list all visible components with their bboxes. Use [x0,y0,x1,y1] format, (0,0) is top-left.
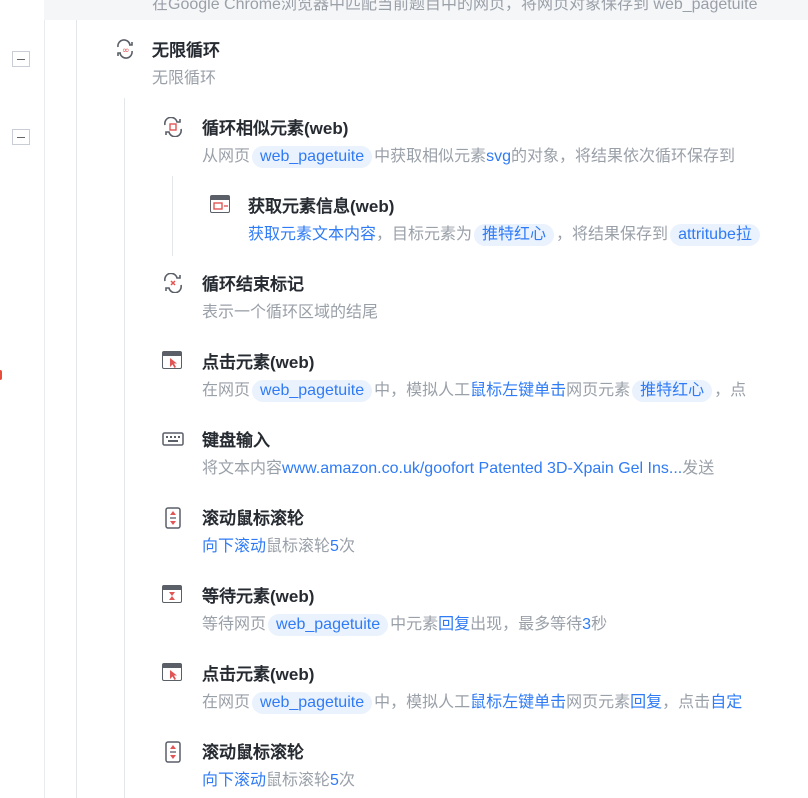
step-desc: 将文本内容www.amazon.co.uk/goofort Patented 3… [202,460,715,477]
tree-guide-line [76,20,77,798]
svg-text:∞: ∞ [122,46,130,56]
step-desc: 获取元素文本内容，目标元素为 推特红心 ，将结果保存到 attritube拉 [248,220,762,246]
step-title: 点击元素(web) [202,665,315,684]
step-desc: 表示一个循环区域的结尾 [202,304,379,321]
variable-tag[interactable]: web_pagetuite [268,614,389,636]
variable-tag[interactable]: web_pagetuite [252,146,373,168]
step-desc: 在网页 web_pagetuite 中，模拟人工鼠标左键单击网页元素回复，点击自定 [202,688,742,714]
loop-elements-icon [162,116,184,138]
keyboard-icon [162,429,184,449]
step-title: 滚动鼠标滚轮 [202,509,304,528]
loop-guide-line [124,98,125,798]
left-gutter [0,0,45,798]
step-desc: 从网页 web_pagetuite 中获取相似元素svg的对象，将结果依次循环保存到 [202,142,735,168]
error-marker [0,370,2,380]
loop-icon: ∞ [114,39,136,59]
step-title: 键盘输入 [202,431,270,450]
step-title: 滚动鼠标滚轮 [202,743,304,762]
element-tag[interactable]: 推特红心 [632,380,713,402]
step-title: 获取元素信息(web) [248,197,395,216]
step-title: 无限循环 [152,41,220,60]
step-desc: 向下滚动鼠标滚轮5次 [202,772,355,789]
element-tag[interactable]: 推特红心 [474,224,555,246]
step-title: 等待元素(web) [202,587,315,606]
variable-tag[interactable]: web_pagetuite [252,692,373,714]
step-desc: 向下滚动鼠标滚轮5次 [202,538,355,555]
element-info-icon [210,195,232,215]
previous-step-row[interactable]: 在Google Chrome浏览器中匹配当前题目中的网页，将网页对象保存到 we… [44,0,808,20]
loop-end-icon [162,272,184,294]
step-title: 点击元素(web) [202,353,315,372]
step-desc: 无限循环 [152,70,217,87]
click-element-icon [162,351,184,371]
click-element-icon [162,663,184,683]
step-title: 循环结束标记 [202,275,304,294]
collapse-loop-similar-button[interactable] [12,129,30,145]
inner-loop-guide-line [172,176,173,256]
variable-tag[interactable]: web_pagetuite [252,380,373,402]
hourglass-icon [162,585,184,605]
scroll-wheel-icon [162,507,184,529]
scroll-wheel-icon [162,741,184,763]
variable-tag[interactable]: attritube拉 [670,224,760,246]
step-title: 循环相似元素(web) [202,119,349,138]
step-desc: 在网页 web_pagetuite 中，模拟人工鼠标左键单击网页元素 推特红心 ，点 [202,376,746,402]
collapse-loop-button[interactable] [12,51,30,67]
step-desc: 等待网页 web_pagetuite 中元素回复出现，最多等待3秒 [202,610,607,636]
previous-step-desc: 在Google Chrome浏览器中匹配当前题目中的网页，将网页对象保存到 we… [152,0,758,13]
